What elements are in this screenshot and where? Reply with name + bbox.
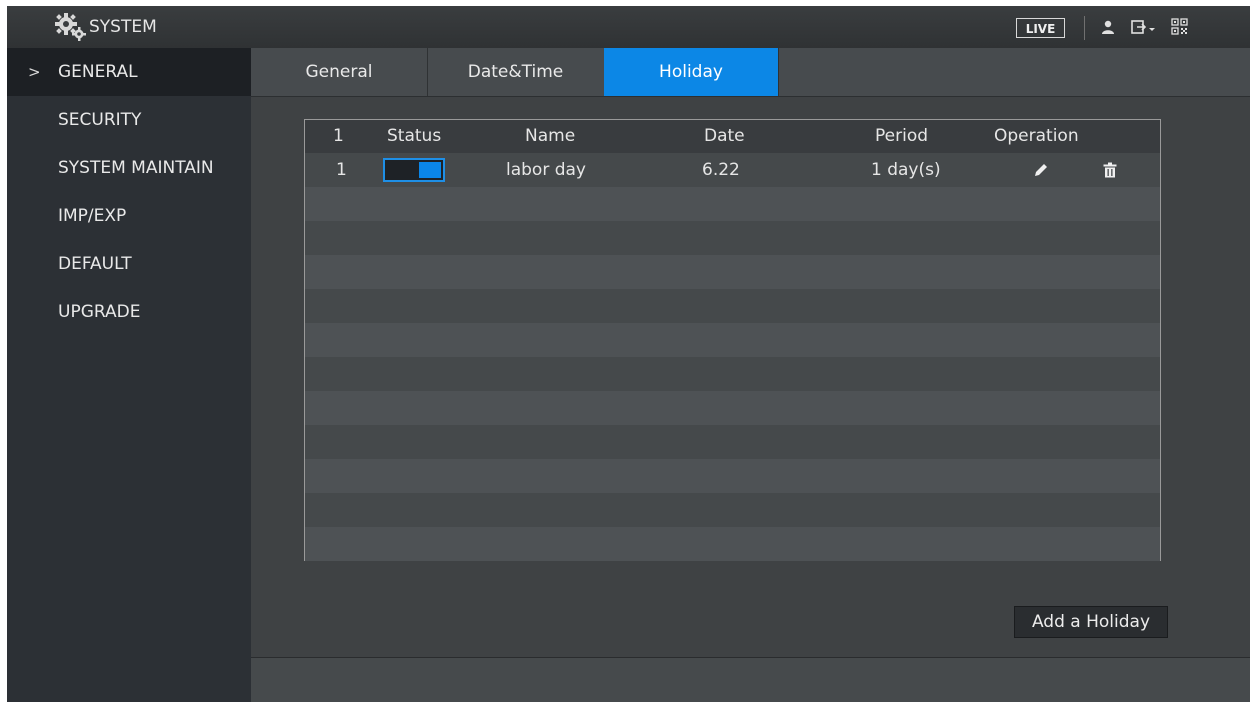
column-header-status: Status [387, 126, 442, 146]
tab-holiday[interactable]: Holiday [604, 48, 778, 96]
divider [1084, 16, 1085, 40]
column-header-date: Date [704, 126, 745, 146]
empty-row [305, 187, 1160, 221]
empty-row [305, 357, 1160, 391]
sidebar-item-general[interactable]: > GENERAL [7, 48, 251, 96]
empty-row [305, 391, 1160, 425]
sidebar-item-label: UPGRADE [58, 302, 141, 322]
sidebar-item-security[interactable]: SECURITY [7, 96, 251, 144]
sidebar-item-upgrade[interactable]: UPGRADE [7, 288, 251, 336]
column-header-name: Name [525, 126, 576, 146]
empty-row [305, 255, 1160, 289]
empty-row [305, 323, 1160, 357]
sidebar-item-system-maintain[interactable]: SYSTEM MAINTAIN [7, 144, 251, 192]
sidebar-item-label: IMP/EXP [58, 206, 127, 226]
column-header-operation: Operation [994, 126, 1079, 146]
gear-icon [55, 13, 86, 41]
sidebar-item-label: GENERAL [58, 62, 138, 82]
empty-row [305, 459, 1160, 493]
toggle-knob [419, 162, 441, 178]
top-bar: SYSTEM LIVE [7, 6, 1250, 49]
table-row[interactable]: 1 labor day 6.22 1 day(s) [305, 153, 1160, 187]
holiday-period: 1 day(s) [871, 160, 941, 180]
sidebar-item-label: SECURITY [58, 110, 142, 130]
holiday-name: labor day [506, 160, 586, 180]
chevron-right-icon: > [28, 63, 41, 81]
footer-bar [251, 658, 1250, 702]
tab-date-time[interactable]: Date&Time [428, 48, 603, 96]
page-title: SYSTEM [89, 17, 157, 37]
empty-row [305, 493, 1160, 527]
sidebar-item-imp-exp[interactable]: IMP/EXP [7, 192, 251, 240]
status-toggle[interactable] [383, 158, 445, 182]
divider [778, 48, 779, 96]
column-header-index: 1 [333, 126, 344, 146]
sidebar-item-default[interactable]: DEFAULT [7, 240, 251, 288]
qr-icon[interactable] [1171, 18, 1188, 35]
delete-icon[interactable] [1103, 162, 1117, 178]
holiday-table: 1 Status Name Date Period Operation 1 la… [304, 119, 1161, 561]
sidebar-item-label: SYSTEM MAINTAIN [58, 158, 214, 178]
logout-icon[interactable] [1131, 19, 1157, 35]
edit-icon[interactable] [1032, 162, 1049, 179]
user-icon[interactable] [1100, 19, 1116, 35]
empty-row [305, 289, 1160, 323]
add-holiday-button[interactable]: Add a Holiday [1014, 606, 1168, 638]
live-button[interactable]: LIVE [1016, 18, 1065, 38]
empty-row [305, 425, 1160, 459]
row-index: 1 [336, 160, 347, 180]
app-window: SYSTEM LIVE > GENERAL SECURITY SYSTEM MA… [7, 6, 1250, 702]
table-header: 1 Status Name Date Period Operation [305, 120, 1160, 154]
sidebar: > GENERAL SECURITY SYSTEM MAINTAIN IMP/E… [7, 48, 251, 702]
tab-general[interactable]: General [251, 48, 427, 96]
tab-bar: General Date&Time Holiday [251, 48, 1250, 97]
empty-row [305, 221, 1160, 255]
empty-row [305, 527, 1160, 561]
main-panel: General Date&Time Holiday 1 Status Name … [251, 48, 1250, 702]
sidebar-item-label: DEFAULT [58, 254, 132, 274]
column-header-period: Period [875, 126, 929, 146]
holiday-date: 6.22 [702, 160, 740, 180]
